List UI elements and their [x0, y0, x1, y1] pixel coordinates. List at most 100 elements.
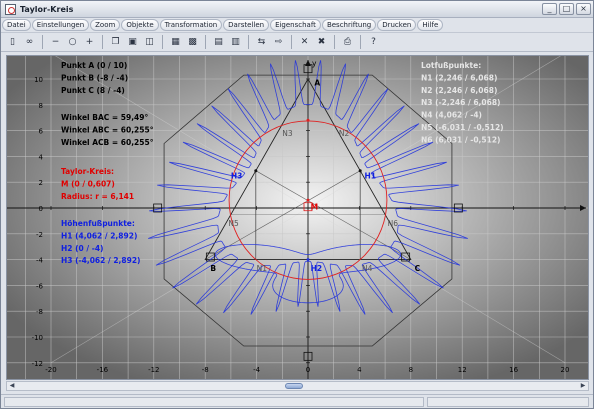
app-window: Taylor-Kreis _ □ × Datei Einstellungen Z… [0, 0, 594, 409]
menu-beschriftung[interactable]: Beschriftung [321, 19, 377, 31]
toolbar-separator [291, 35, 292, 49]
menu-objekte[interactable]: Objekte [121, 19, 159, 31]
toolbar-separator [42, 35, 43, 49]
y-tick-label: 0 [39, 205, 43, 213]
horizontal-scrollbar[interactable]: ◀ ▶ [6, 381, 589, 391]
label-h2: H2 [311, 264, 323, 273]
x-tick-label: 20 [561, 366, 570, 374]
y-tick-label: -12 [32, 360, 43, 368]
status-bar [1, 394, 593, 408]
y-tick-label: -8 [36, 308, 43, 316]
taylor-info-line: Radius: r = 6,141 [61, 192, 134, 201]
menu-darstellen[interactable]: Darstellen [223, 19, 270, 31]
lotfuss-info-line: N2 (2,246 / 6,068) [421, 86, 497, 95]
menu-zoom[interactable]: Zoom [90, 19, 121, 31]
close-button[interactable]: × [576, 3, 591, 15]
status-pane-info [427, 397, 589, 407]
label-n1: N1 [257, 264, 268, 273]
export-icon[interactable]: ⇨ [271, 35, 286, 50]
table-icon[interactable]: ▤ [211, 35, 226, 50]
lotfuss-info-line: N3 (-2,246 / 6,068) [421, 98, 500, 107]
taylor-info-line: M (0 / 0,607) [61, 179, 115, 188]
frame-icon[interactable]: ◫ [142, 35, 157, 50]
y-tick-label: -10 [32, 334, 43, 342]
x-tick-label: -12 [148, 366, 159, 374]
y-tick-label: 2 [39, 179, 43, 187]
angles-info-line: Winkel BAC = 59,49° [61, 113, 148, 122]
lotfuss-info-line: N5 (-6,031 / -0,512) [421, 123, 504, 132]
points-info-line: Punkt C (8 / -4) [61, 86, 125, 95]
scroll-right-icon[interactable]: ▶ [578, 382, 588, 390]
copy-icon[interactable]: ❐ [108, 35, 123, 50]
y-tick-label: 12 [34, 56, 43, 58]
y-tick-label: -4 [36, 257, 44, 265]
y-tick-label: 10 [34, 76, 43, 84]
window-title: Taylor-Kreis [20, 4, 74, 14]
toolbar-separator [334, 35, 335, 49]
cross-box-icon[interactable]: ✖ [314, 35, 329, 50]
print-icon[interactable]: ⎙ [340, 35, 355, 50]
menu-datei[interactable]: Datei [2, 19, 31, 31]
x-tick-label: 0 [306, 366, 310, 374]
vertical-scrollbar[interactable] [589, 55, 593, 380]
hoehen-info-line: H1 (4,062 / 2,892) [61, 231, 137, 240]
hoehen-info-line: Höhenfußpunkte: [61, 219, 135, 228]
toolbar-separator [162, 35, 163, 49]
hoehen-info-line: H2 (0 / -4) [61, 244, 103, 253]
x-tick-label: -4 [253, 366, 261, 374]
maximize-button[interactable]: □ [559, 3, 574, 15]
label-h3: H3 [231, 171, 243, 180]
help-icon[interactable]: ? [366, 35, 381, 50]
x-tick-label: -20 [45, 366, 56, 374]
cross-icon[interactable]: ✕ [297, 35, 312, 50]
label-n4: N4 [362, 264, 373, 273]
zoom-icon[interactable]: ○ [65, 35, 80, 50]
minimize-button[interactable]: _ [542, 3, 557, 15]
x-tick-label: 16 [509, 366, 518, 374]
y-tick-label: 6 [39, 128, 44, 136]
x-tick-label: -8 [202, 366, 209, 374]
zoom-out-icon[interactable]: − [48, 35, 63, 50]
label-n6: N6 [388, 219, 399, 228]
grid-fine-icon[interactable]: ▩ [185, 35, 200, 50]
page-icon[interactable]: ▥ [228, 35, 243, 50]
status-pane-main [4, 397, 424, 407]
y-tick-label: -6 [36, 282, 44, 290]
menu-einstellungen[interactable]: Einstellungen [31, 19, 90, 31]
title-bar[interactable]: Taylor-Kreis _ □ × [1, 1, 593, 18]
label-n3: N3 [282, 129, 293, 138]
menu-transformation[interactable]: Transformation [159, 19, 223, 31]
window-icon[interactable]: ▣ [125, 35, 140, 50]
y-tick-label: -2 [36, 231, 43, 239]
angles-info-line: Winkel ABC = 60,255° [61, 125, 154, 134]
hoehen-info-line: H3 (-4,062 / 2,892) [61, 256, 140, 265]
label-c: C [415, 264, 421, 273]
points-info-line: Punkt B (-8 / -4) [61, 73, 128, 82]
scroll-left-icon[interactable]: ◀ [7, 382, 17, 390]
label-a: A [314, 78, 320, 87]
calculator-icon[interactable]: ▯ [5, 35, 20, 50]
label-h1: H1 [365, 171, 377, 180]
menu-bar: Datei Einstellungen Zoom Objekte Transfo… [1, 18, 593, 32]
point-dot [306, 118, 310, 122]
points-info-line: Punkt A (0 / 10) [61, 61, 127, 70]
grid-icon[interactable]: ▦ [168, 35, 183, 50]
zoom-in-icon[interactable]: + [82, 35, 97, 50]
menu-hilfe[interactable]: Hilfe [417, 19, 444, 31]
scroll-thumb[interactable] [285, 383, 303, 389]
y-tick-label: 4 [39, 153, 44, 161]
menu-eigenschaft[interactable]: Eigenschaft [270, 19, 321, 31]
x-tick-label: 4 [357, 366, 362, 374]
point-dot [306, 198, 310, 202]
lotfuss-info-line: N4 (4,062 / -4) [421, 111, 482, 120]
x-tick-label: -16 [97, 366, 109, 374]
toolbar: ▯ ∞ − ○ + ❐ ▣ ◫ ▦ ▩ ▤ ▥ ⇆ ⇨ ✕ ✖ ⎙? [1, 32, 593, 52]
label-n2: N2 [339, 129, 350, 138]
coordinate-plot[interactable]: y-20-16-12-8-4048121620121086420-2-4-6-8… [7, 56, 589, 380]
x-tick-label: 12 [458, 366, 467, 374]
menu-drucken[interactable]: Drucken [377, 19, 417, 31]
plot-area[interactable]: y-20-16-12-8-4048121620121086420-2-4-6-8… [6, 55, 589, 380]
point-dot [306, 258, 310, 262]
move-icon[interactable]: ⇆ [254, 35, 269, 50]
glasses-icon[interactable]: ∞ [22, 35, 37, 50]
